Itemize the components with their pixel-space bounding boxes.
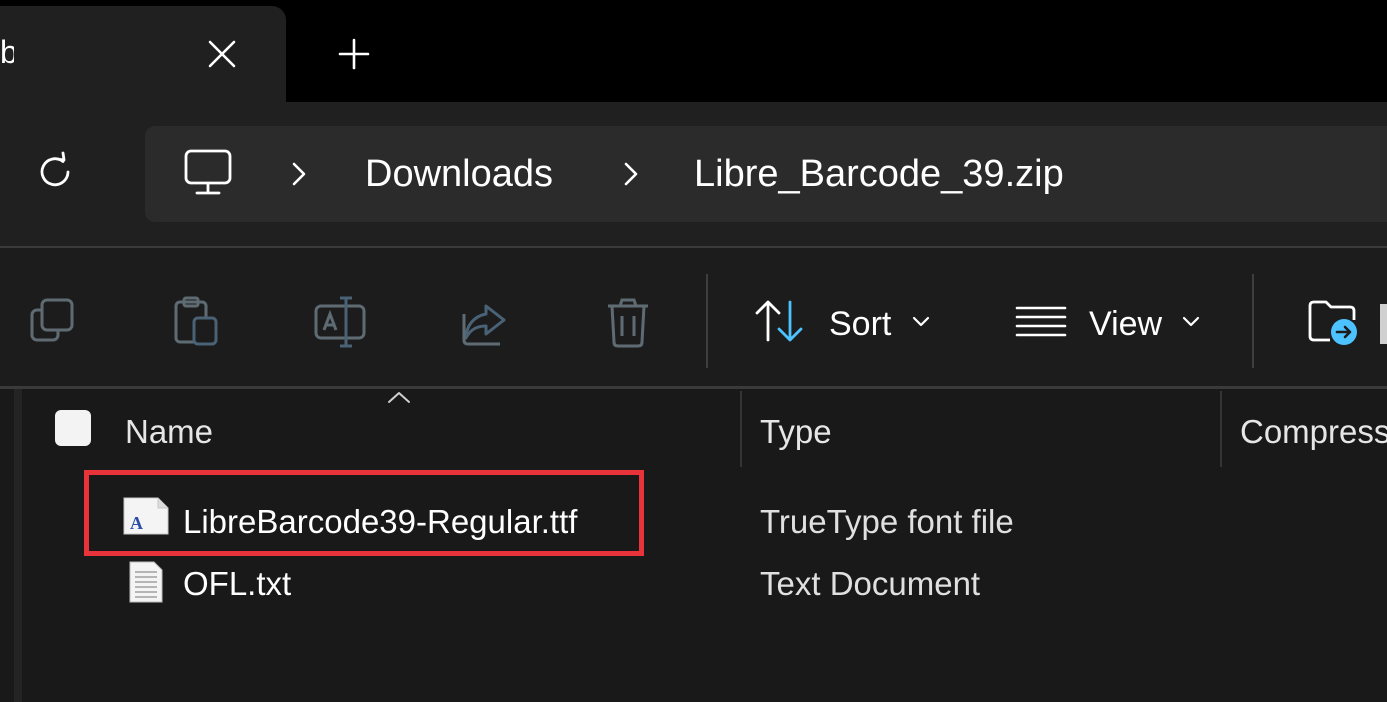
toolbar-separator bbox=[1252, 274, 1254, 368]
highlight-annotation bbox=[84, 470, 644, 556]
share-icon[interactable] bbox=[456, 292, 516, 352]
chevron-right-icon[interactable] bbox=[620, 156, 644, 192]
view-button[interactable]: View bbox=[1089, 304, 1162, 344]
extract-all-label-cut[interactable] bbox=[1380, 304, 1387, 344]
chevron-down-icon[interactable] bbox=[910, 312, 932, 332]
extract-all-icon[interactable] bbox=[1306, 296, 1362, 348]
paste-icon[interactable] bbox=[166, 292, 226, 352]
column-header-compressed[interactable]: Compress bbox=[1240, 412, 1387, 452]
sort-button[interactable]: Sort bbox=[829, 304, 891, 344]
close-icon[interactable] bbox=[204, 36, 240, 72]
refresh-icon[interactable] bbox=[33, 150, 77, 194]
file-type: Text Document bbox=[760, 565, 981, 602]
delete-icon[interactable] bbox=[598, 292, 658, 352]
sort-ascending-icon bbox=[386, 390, 412, 406]
file-type: TrueType font file bbox=[760, 503, 1014, 540]
copy-icon[interactable] bbox=[24, 292, 84, 352]
this-pc-icon[interactable] bbox=[181, 148, 235, 198]
sort-icon[interactable] bbox=[752, 296, 808, 346]
column-separator[interactable] bbox=[1220, 391, 1222, 467]
column-header-type[interactable]: Type bbox=[760, 412, 832, 452]
chevron-right-icon[interactable] bbox=[288, 156, 312, 192]
navigation-pane-edge[interactable] bbox=[14, 389, 22, 702]
text-file-icon bbox=[128, 560, 164, 604]
chevron-down-icon[interactable] bbox=[1180, 312, 1202, 332]
tab-title[interactable]: b bbox=[0, 34, 14, 71]
rename-icon[interactable] bbox=[310, 292, 370, 352]
file-name[interactable]: OFL.txt bbox=[183, 564, 291, 604]
list-item[interactable] bbox=[90, 560, 650, 610]
column-separator[interactable] bbox=[740, 391, 742, 467]
breadcrumb-zip[interactable]: Libre_Barcode_39.zip bbox=[694, 152, 1064, 196]
divider bbox=[0, 386, 1387, 389]
select-all-checkbox[interactable] bbox=[55, 410, 91, 446]
column-header-name[interactable]: Name bbox=[125, 412, 213, 452]
toolbar-separator bbox=[706, 274, 708, 368]
breadcrumb-downloads[interactable]: Downloads bbox=[365, 152, 553, 196]
plus-icon[interactable] bbox=[336, 36, 372, 72]
view-list-icon[interactable] bbox=[1014, 300, 1068, 344]
tab-active[interactable] bbox=[0, 6, 286, 102]
